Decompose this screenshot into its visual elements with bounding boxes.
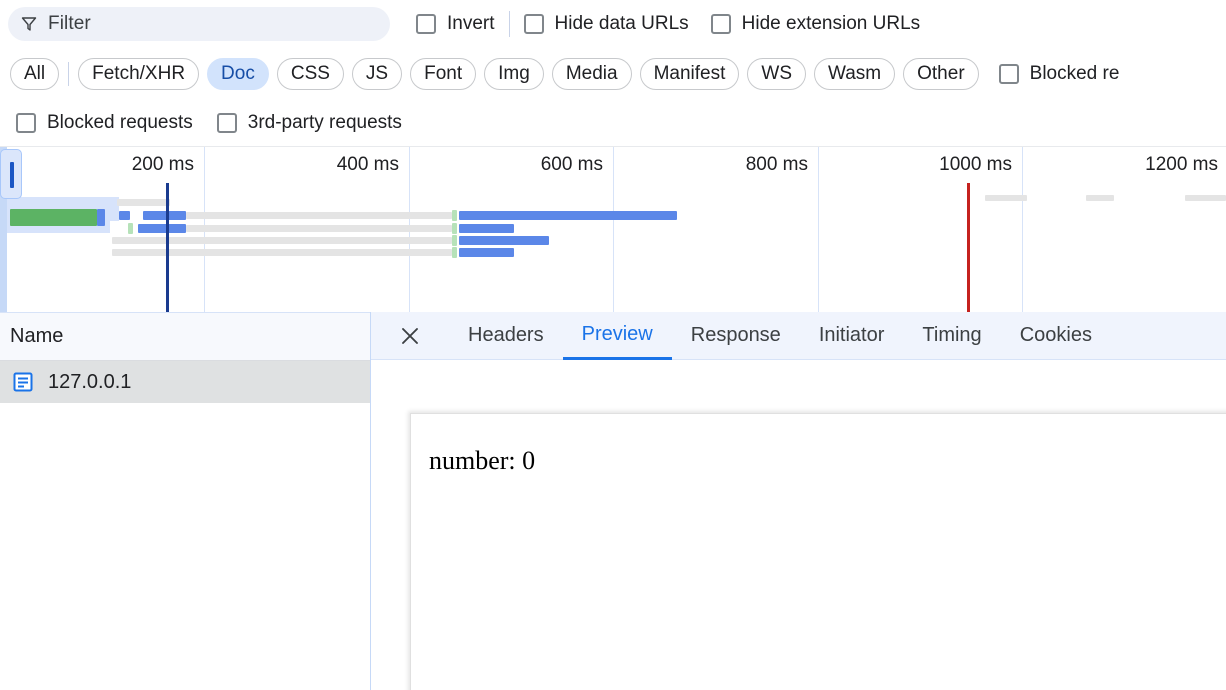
waterfall-bar-segment: [985, 195, 1027, 201]
document-icon: [12, 371, 34, 393]
chip-font[interactable]: Font: [410, 58, 477, 90]
hide-data-urls-checkbox[interactable]: Hide data URLs: [523, 0, 689, 48]
blocked-requests-label: Blocked requests: [47, 112, 193, 133]
third-party-requests-label: 3rd-party requests: [247, 112, 402, 133]
waterfall-bar-segment: [452, 247, 457, 258]
blocked-requests-inline-label: Blocked re: [1029, 63, 1120, 84]
chip-divider: [68, 62, 70, 86]
dom-content-loaded-marker: [166, 183, 169, 312]
waterfall-bar-segment: [119, 211, 130, 220]
request-details-pane: Headers Preview Response Initiator Timin…: [371, 312, 1226, 690]
waterfall-bar-segment: [452, 223, 457, 234]
timeline-gridline: [1022, 147, 1023, 312]
chip-all[interactable]: All: [10, 58, 60, 90]
requests-list-pane: Name 127.0.0.1: [0, 312, 370, 690]
overview-selection-handle[interactable]: [0, 149, 22, 199]
tab-initiator[interactable]: Initiator: [800, 312, 904, 360]
funnel-icon: [20, 15, 38, 33]
invert-checkbox[interactable]: Invert: [416, 0, 495, 48]
hide-data-urls-label: Hide data URLs: [554, 13, 689, 34]
column-header-name: Name: [10, 325, 64, 347]
blocked-requests-checkbox[interactable]: Blocked requests: [16, 99, 193, 147]
waterfall-bar-segment: [186, 225, 452, 232]
chip-wasm[interactable]: Wasm: [814, 58, 896, 90]
timeline-tick-label: 800 ms: [745, 154, 808, 175]
waterfall-bar-segment: [186, 212, 452, 219]
request-name: 127.0.0.1: [48, 370, 132, 393]
chip-js[interactable]: JS: [351, 58, 403, 90]
timeline-tick-label: 200 ms: [131, 154, 194, 175]
waterfall-bar-segment: [459, 211, 677, 220]
blocked-requests-checkbox-box[interactable]: [16, 113, 36, 133]
waterfall-bar-segment: [117, 199, 170, 206]
waterfall-bar-segment: [452, 235, 457, 246]
tab-response[interactable]: Response: [672, 312, 800, 360]
requests-table-header[interactable]: Name: [0, 313, 370, 361]
waterfall-bar-segment: [97, 209, 105, 226]
waterfall-bar-segment: [143, 211, 186, 220]
tab-preview[interactable]: Preview: [562, 312, 672, 360]
chip-ws[interactable]: WS: [747, 58, 806, 90]
details-tab-bar: Headers Preview Response Initiator Timin…: [371, 312, 1226, 360]
timeline-gridline: [613, 147, 614, 312]
waterfall-bar-segment: [112, 237, 452, 244]
invert-checkbox-label: Invert: [447, 13, 495, 34]
load-event-marker: [967, 183, 970, 312]
preview-iframe: number: 0: [410, 413, 1226, 690]
filter-toolbar: Filter Invert Hide data URLs Hide extens…: [0, 0, 1226, 48]
network-overview-timeline[interactable]: 200 ms 400 ms 600 ms 800 ms 1000 ms 1200…: [0, 146, 1226, 312]
third-party-requests-checkbox-box[interactable]: [216, 113, 237, 133]
timeline-gridline: [818, 147, 819, 312]
hide-extension-urls-checkbox[interactable]: Hide extension URLs: [710, 0, 921, 48]
waterfall-bar-segment: [459, 224, 514, 233]
chip-doc[interactable]: Doc: [207, 58, 269, 90]
chip-other[interactable]: Other: [903, 58, 979, 90]
close-icon[interactable]: [399, 325, 421, 347]
hide-extension-urls-label: Hide extension URLs: [741, 13, 921, 34]
blocked-requests-checkbox-inline[interactable]: Blocked re: [998, 50, 1120, 98]
tab-cookies[interactable]: Cookies: [1001, 312, 1111, 360]
filter-input[interactable]: Filter: [8, 7, 390, 41]
waterfall-bar-segment: [1086, 195, 1114, 201]
hide-extension-urls-checkbox-box[interactable]: [710, 14, 731, 34]
hide-data-urls-checkbox-box[interactable]: [523, 14, 544, 34]
chip-media[interactable]: Media: [551, 58, 632, 90]
toolbar-divider: [508, 11, 510, 37]
timeline-tick-label: 1000 ms: [939, 154, 1012, 175]
preview-content-area: number: 0: [371, 360, 1226, 690]
tab-headers[interactable]: Headers: [449, 312, 563, 360]
chip-css[interactable]: CSS: [276, 58, 344, 90]
waterfall-bar-segment: [1185, 195, 1226, 201]
waterfall-bar-segment: [138, 224, 186, 233]
waterfall-bar-segment: [128, 223, 133, 234]
waterfall-bar-segment: [459, 248, 514, 257]
tab-timing[interactable]: Timing: [903, 312, 1000, 360]
preview-text: number: 0: [429, 446, 536, 475]
filter-input-placeholder: Filter: [48, 13, 91, 34]
timeline-tick-label: 400 ms: [336, 154, 399, 175]
invert-checkbox-box[interactable]: [416, 14, 436, 34]
waterfall-bar-segment: [112, 249, 452, 256]
chip-manifest[interactable]: Manifest: [639, 58, 740, 90]
resource-type-filter-bar: All Fetch/XHR Doc CSS JS Font Img Media …: [0, 48, 1226, 100]
chip-img[interactable]: Img: [484, 58, 544, 90]
third-party-requests-checkbox[interactable]: 3rd-party requests: [216, 99, 402, 147]
devtools-network-panel: Filter Invert Hide data URLs Hide extens…: [0, 0, 1226, 690]
overview-handle-grip: [10, 162, 14, 188]
waterfall-bar-segment: [452, 210, 457, 221]
request-filter-checkbox-row: Blocked requests 3rd-party requests: [0, 100, 1226, 146]
timeline-tick-label: 600 ms: [540, 154, 603, 175]
table-row[interactable]: 127.0.0.1: [0, 361, 370, 403]
blocked-requests-inline-box[interactable]: [998, 64, 1019, 84]
waterfall-bar-segment: [459, 236, 549, 245]
waterfall-bar-segment: [10, 209, 97, 226]
timeline-tick-label: 1200 ms: [1145, 154, 1218, 175]
chip-fetch-xhr[interactable]: Fetch/XHR: [78, 58, 200, 90]
